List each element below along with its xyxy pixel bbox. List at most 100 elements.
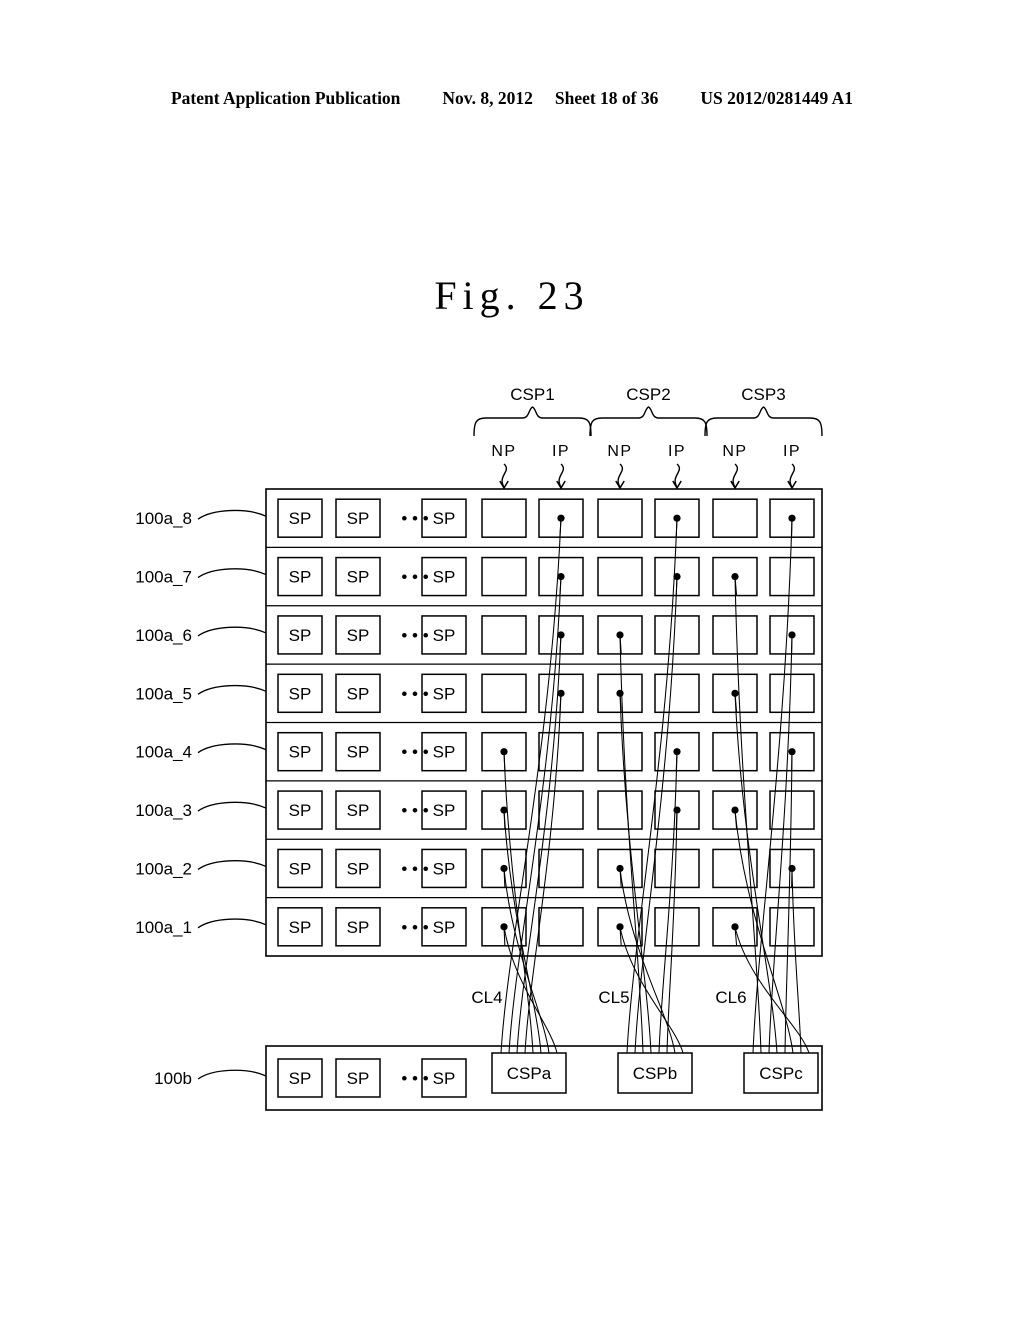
array-row: 100a_6 SP SP SP • • •: [135, 615, 815, 655]
row-ellipsis: • • •: [401, 684, 428, 703]
row-leader-line: [197, 509, 267, 520]
pin-cell-NP2: [597, 731, 643, 772]
contact-dot-100a_8-IP3: [788, 514, 796, 522]
sp-cell-label: SP: [433, 684, 456, 703]
csp-cell-label-CSPb: CSPb: [633, 1064, 677, 1083]
lower-array-leader-line: [197, 1069, 267, 1080]
pin-label-NP3: NP: [722, 443, 747, 460]
pin-cell-NP3: [712, 498, 758, 538]
sp-cell-label: SP: [347, 568, 370, 587]
pin-cell-NP1: [481, 615, 527, 655]
wire: [791, 868, 802, 1054]
sp-cell-label: SP: [347, 684, 370, 703]
pin-arrowhead-NP1: [499, 480, 509, 490]
pin-cell-NP2: [597, 498, 643, 538]
sp-cell-label: SP: [289, 859, 312, 878]
contact-dot-100a_7-NP3: [731, 572, 739, 581]
sp-cell-label: SP: [289, 684, 312, 703]
wire: [626, 518, 678, 1054]
pin-cell-IP2: [654, 615, 700, 655]
array-row: 100a_4 SP SP SP • • •: [135, 731, 815, 772]
connection-wires: [500, 518, 810, 1054]
upper-array: 100a_8 SP SP SP• • •100a_7 SP SP SP• • •100a_6…: [135, 488, 823, 957]
lower-sp-cell-label: SP: [347, 1069, 370, 1088]
sp-cell-label: SP: [289, 801, 312, 820]
group-label-CSP2: CSP2: [626, 385, 670, 404]
connection-label-CL6: CL6: [715, 988, 746, 1007]
pin-label-NP2: NP: [607, 443, 632, 460]
lower-array-label: 100b: [154, 1069, 192, 1088]
pin-cell-IP1: [538, 907, 584, 947]
sp-cell-label: SP: [433, 509, 456, 528]
array-row: 100a_1 SP SP SP • • •: [135, 907, 815, 947]
wire: [619, 868, 676, 1054]
contact-dot-100a_5-NP2: [616, 689, 624, 697]
pin-arrow-NP1: [501, 463, 508, 488]
contact-dot-100a_3-NP3: [731, 806, 739, 814]
row-ellipsis: • • •: [401, 743, 428, 762]
contact-dot-100a_3-IP2: [673, 806, 681, 814]
row-label-100a_3: 100a_3: [135, 801, 192, 820]
pin-arrowhead-NP2: [615, 480, 625, 490]
pin-group-CSP2: CSP2 NP IP: [589, 385, 708, 490]
pin-cell-NP3: [712, 615, 758, 655]
row-label-100a_2: 100a_2: [135, 859, 192, 878]
sp-cell-label: SP: [289, 509, 312, 528]
row-leader-line: [197, 860, 267, 870]
pin-cell-NP2: [597, 790, 643, 830]
top-pin-groups: CSP1 NP IP CSP2 NP IP CSP3 NP IP: [473, 385, 823, 490]
pin-arrow-NP2: [617, 463, 624, 488]
contact-dot-100a_1-NP1: [500, 923, 508, 931]
pin-cell-IP2: [654, 673, 700, 714]
sp-cell-label: SP: [433, 626, 456, 645]
pin-group-CSP3: CSP3 NP IP: [704, 385, 823, 490]
connection-label-CL4: CL4: [471, 988, 502, 1007]
contact-dot-100a_5-IP1: [557, 689, 565, 697]
figure-drawing: CSP1 NP IP CSP2 NP IP CSP3 NP IP 100a_8 SP SP SP • • …: [135, 385, 823, 1111]
sp-cell-label: SP: [433, 859, 456, 878]
array-row: 100a_3 SP SP SP • • •: [135, 790, 815, 830]
pin-arrow-IP2: [674, 463, 681, 488]
row-ellipsis: • • •: [401, 918, 428, 937]
pin-arrowhead-IP2: [672, 480, 682, 490]
sp-cell-label: SP: [347, 626, 370, 645]
pin-label-IP2: IP: [668, 443, 686, 460]
contact-dot-100a_6-NP2: [616, 631, 624, 639]
pin-cell-IP3: [769, 790, 815, 830]
csp-cell-label-CSPc: CSPc: [759, 1064, 803, 1083]
row-label-100a_4: 100a_4: [135, 743, 192, 762]
contact-dot-100a_1-NP3: [731, 923, 739, 931]
brace-CSP1: [473, 406, 592, 437]
lower-sp-cell-label: SP: [289, 1069, 312, 1088]
row-leader-line: [197, 801, 267, 812]
sp-cell-label: SP: [347, 918, 370, 937]
row-leader-line: [197, 743, 267, 754]
row-label-100a_6: 100a_6: [135, 626, 192, 645]
sp-cell-label: SP: [347, 801, 370, 820]
row-ellipsis: • • •: [401, 568, 428, 587]
pin-arrowhead-IP3: [787, 480, 797, 490]
lower-row-ellipsis: • • •: [401, 1069, 428, 1088]
brace-CSP3: [704, 406, 823, 437]
group-label-CSP3: CSP3: [741, 385, 785, 404]
contact-dot-100a_8-IP1: [557, 514, 565, 522]
contact-dot-100a_6-IP1: [557, 631, 565, 639]
sp-cell-label: SP: [433, 801, 456, 820]
pin-cell-IP2: [654, 848, 700, 889]
csp-cell-label-CSPa: CSPa: [507, 1064, 552, 1083]
pin-label-NP1: NP: [491, 443, 516, 460]
lower-sp-cell-label: SP: [433, 1069, 456, 1088]
pin-label-IP1: IP: [552, 443, 570, 460]
sp-cell-label: SP: [289, 568, 312, 587]
contact-dot-100a_8-IP2: [673, 514, 681, 522]
pin-cell-IP1: [538, 848, 584, 889]
brace-CSP2: [589, 406, 708, 437]
array-row: 100a_5 SP SP SP • • •: [135, 673, 815, 714]
row-leader-line: [197, 918, 267, 929]
row-ellipsis: • • •: [401, 509, 428, 528]
pin-cell-IP2: [654, 907, 700, 947]
contact-dot-100a_4-NP1: [500, 748, 508, 756]
connection-label-CL5: CL5: [598, 988, 629, 1007]
contact-dot-100a_2-NP2: [616, 864, 624, 873]
contact-dot-100a_1-NP2: [616, 923, 624, 931]
